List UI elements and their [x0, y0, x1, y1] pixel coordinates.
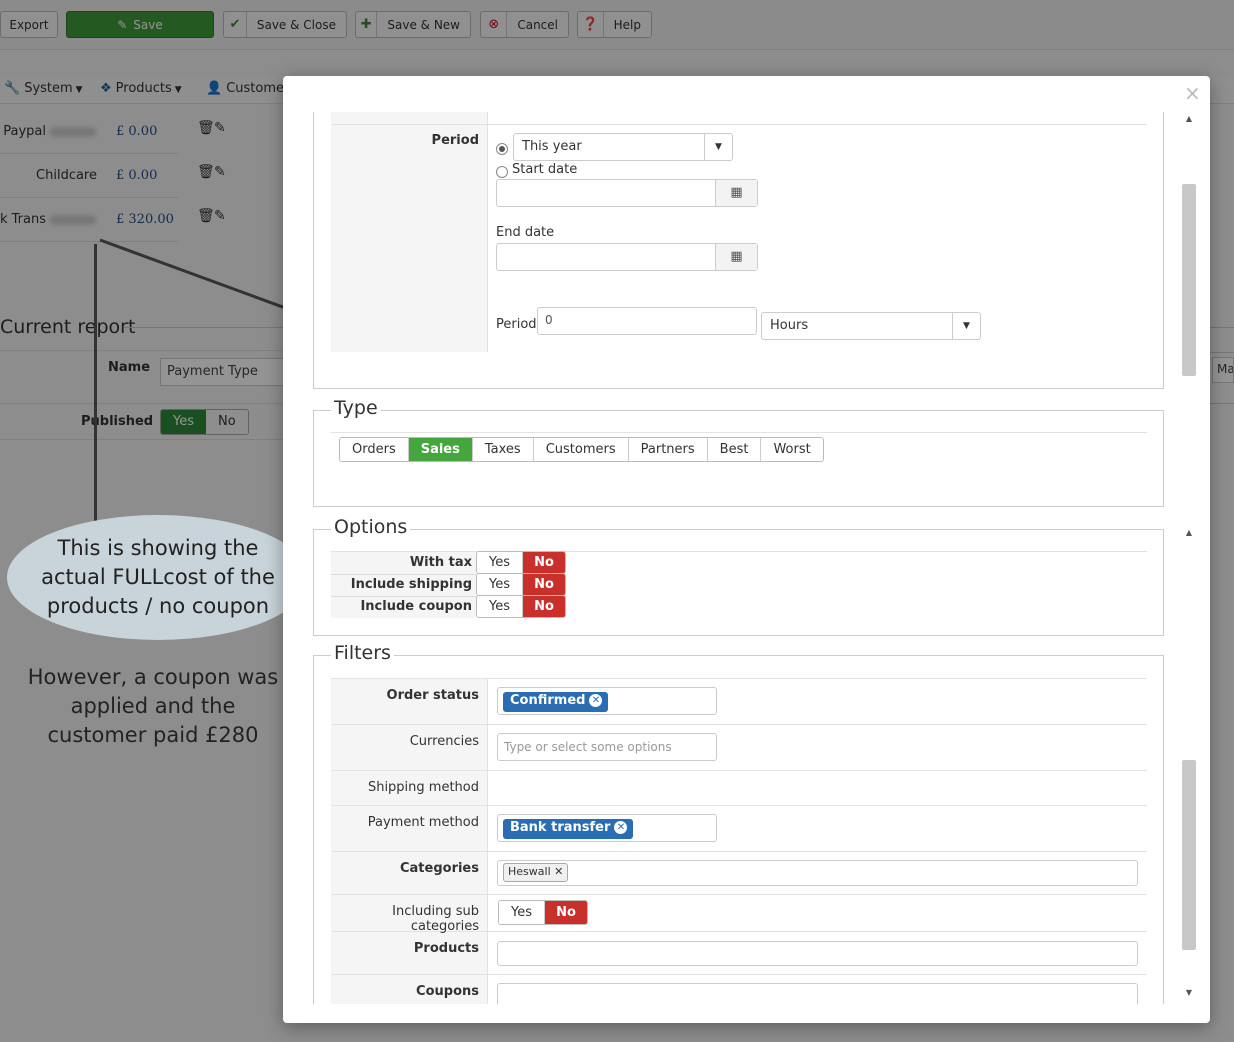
include-shipping-no[interactable]: No — [523, 574, 565, 595]
type-best[interactable]: Best — [707, 438, 762, 461]
include-shipping-label: Include shipping — [350, 577, 472, 592]
categories-label: Categories — [399, 861, 479, 876]
with-tax-label: With tax — [409, 555, 472, 570]
end-date-label: End date — [496, 225, 555, 240]
include-coupon-label: Include coupon — [360, 599, 472, 614]
report-modal: × ▲ ▲ ▼ Period This year ▼ Start date ▦ … — [283, 76, 1210, 1023]
payment-method-tag[interactable]: Bank transfer ✕ — [503, 819, 634, 839]
including-sub-label: Including sub categories — [392, 904, 479, 934]
divider — [331, 851, 1147, 852]
include-shipping-yes[interactable]: Yes — [477, 574, 523, 595]
period-unit-select[interactable]: Hours ▼ — [761, 312, 981, 340]
shipping-method-label: Shipping method — [367, 780, 479, 795]
including-sub-yes[interactable]: Yes — [499, 901, 545, 924]
order-status-tag[interactable]: Confirmed ✕ — [503, 692, 609, 712]
period-preset-select[interactable]: This year ▼ — [513, 133, 733, 161]
with-tax-no[interactable]: No — [523, 552, 565, 573]
period-amount-input[interactable]: 0 — [537, 307, 757, 335]
include-coupon-no[interactable]: No — [523, 596, 565, 617]
categories-input[interactable] — [497, 860, 1138, 886]
include-coupon-yes[interactable]: Yes — [477, 596, 523, 617]
caret-down-icon: ▼ — [704, 134, 732, 160]
type-partners[interactable]: Partners — [628, 438, 708, 461]
remove-tag-icon[interactable]: ✕ — [614, 821, 628, 834]
products-label: Products — [413, 941, 479, 956]
scroll-down-icon[interactable]: ▼ — [1182, 988, 1196, 997]
start-date-label: Start date — [512, 162, 578, 177]
calendar-icon[interactable]: ▦ — [715, 244, 757, 270]
remove-tag-icon[interactable]: ✕ — [589, 694, 603, 707]
type-segmented-control[interactable]: Orders Sales Taxes Customers Partners Be… — [339, 437, 824, 462]
type-worst[interactable]: Worst — [761, 438, 823, 461]
divider — [331, 678, 1147, 679]
period-label-cell — [331, 112, 488, 352]
currencies-label: Currencies — [409, 734, 479, 749]
modal-scrollbar[interactable]: ▲ ▲ ▼ — [1182, 112, 1196, 1004]
currencies-placeholder: Type or select some options — [504, 740, 672, 754]
filters-legend: Filters — [331, 642, 394, 664]
with-tax-toggle[interactable]: Yes No — [476, 551, 566, 574]
type-legend: Type — [331, 397, 381, 419]
divider — [331, 894, 1147, 895]
divider — [331, 432, 1147, 433]
categories-tag[interactable]: Heswall ✕ — [503, 863, 569, 882]
start-date-input[interactable]: ▦ — [496, 179, 758, 207]
annotation-note: However, a coupon was applied and the cu… — [27, 665, 279, 747]
order-status-label: Order status — [386, 688, 479, 703]
include-coupon-toggle[interactable]: Yes No — [476, 595, 566, 618]
scroll-up-icon[interactable]: ▲ — [1182, 114, 1196, 123]
type-orders[interactable]: Orders — [340, 438, 409, 461]
with-tax-yes[interactable]: Yes — [477, 552, 523, 573]
payment-method-label: Payment method — [367, 815, 479, 830]
coupons-label: Coupons — [416, 984, 479, 999]
period-amount-label: Period — [496, 317, 537, 332]
options-legend: Options — [331, 516, 411, 538]
preset-radio[interactable] — [496, 143, 508, 155]
divider — [331, 805, 1147, 806]
type-taxes[interactable]: Taxes — [472, 438, 534, 461]
type-customers[interactable]: Customers — [533, 438, 629, 461]
modal-body: Period This year ▼ Start date ▦ End date… — [283, 112, 1181, 1004]
scroll-up-icon[interactable]: ▲ — [1182, 528, 1196, 537]
divider — [331, 974, 1147, 975]
divider — [331, 724, 1147, 725]
coupons-input[interactable] — [497, 983, 1138, 1004]
scroll-thumb[interactable] — [1182, 760, 1196, 950]
caret-down-icon: ▼ — [952, 313, 980, 339]
divider — [331, 770, 1147, 771]
calendar-icon[interactable]: ▦ — [715, 180, 757, 206]
divider — [331, 596, 476, 597]
currencies-input[interactable]: Type or select some options — [497, 733, 717, 761]
divider — [331, 124, 1147, 125]
end-date-input[interactable]: ▦ — [496, 243, 758, 271]
start-date-radio[interactable] — [496, 166, 508, 178]
annotation-bubble: This is showing the actual FULLcost of t… — [7, 515, 309, 640]
scroll-thumb[interactable] — [1182, 184, 1196, 376]
including-sub-toggle[interactable]: Yes No — [498, 900, 588, 925]
period-label: Period — [431, 133, 479, 148]
close-icon[interactable]: × — [1184, 82, 1201, 104]
products-input[interactable] — [497, 941, 1138, 966]
including-sub-no[interactable]: No — [545, 901, 587, 924]
include-shipping-toggle[interactable]: Yes No — [476, 573, 566, 596]
remove-tag-icon[interactable]: ✕ — [554, 865, 563, 878]
divider — [331, 574, 476, 575]
type-sales[interactable]: Sales — [408, 438, 473, 461]
